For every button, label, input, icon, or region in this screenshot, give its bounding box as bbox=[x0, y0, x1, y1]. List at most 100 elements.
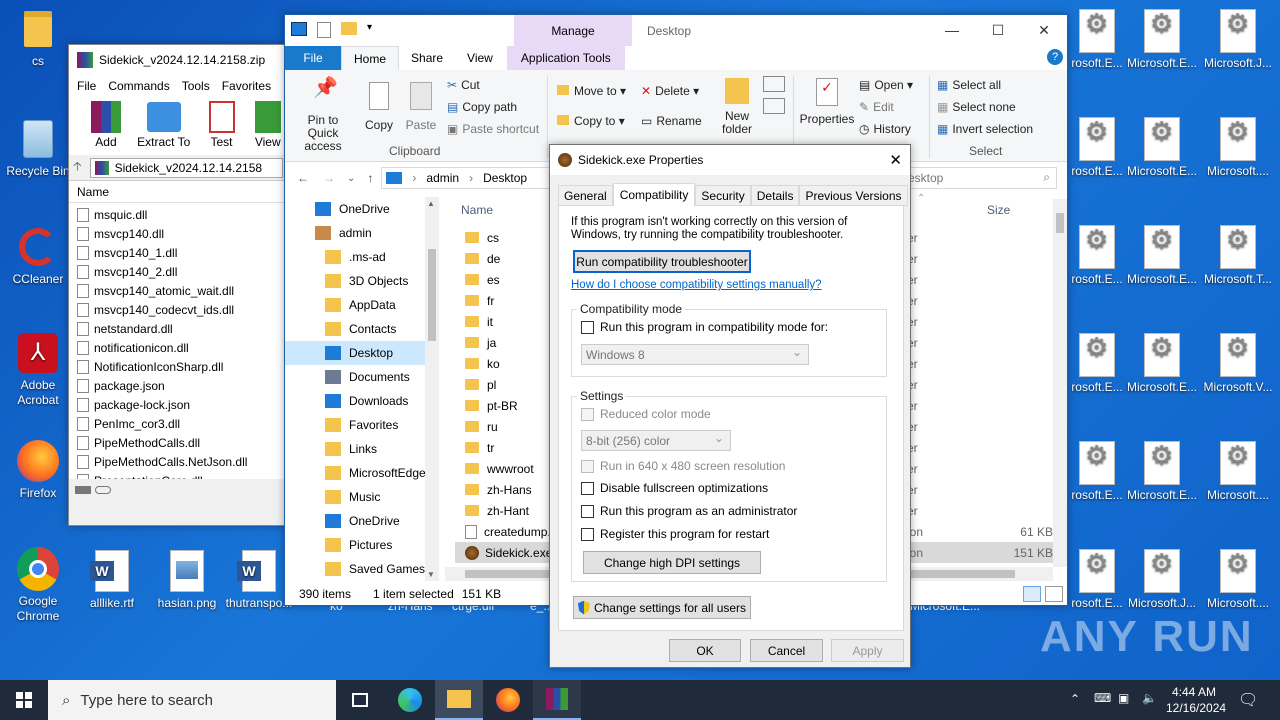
winrar-file-row[interactable]: PresentationCore.dll bbox=[77, 471, 287, 479]
desktop-icon-chrome[interactable]: Google Chrome bbox=[0, 547, 76, 624]
nav-item[interactable]: Desktop bbox=[285, 341, 439, 365]
desktop-icon-dll[interactable]: rosoft.E... bbox=[1064, 441, 1130, 503]
tab-general[interactable]: General bbox=[558, 185, 613, 206]
new-folder-button[interactable]: New folder bbox=[719, 78, 755, 136]
paste-shortcut-button[interactable]: ▣ Paste shortcut bbox=[447, 122, 539, 136]
large-icons-view-icon[interactable] bbox=[1045, 586, 1063, 602]
winrar-path-box[interactable]: Sidekick_v2024.12.14.2158 bbox=[89, 157, 283, 178]
recent-dropdown-icon[interactable]: ⌄ bbox=[347, 173, 355, 184]
high-dpi-button[interactable]: Change high DPI settings bbox=[583, 551, 761, 574]
desktop-icon-dll[interactable]: rosoft.E... bbox=[1064, 333, 1130, 395]
manual-settings-link[interactable]: How do I choose compatibility settings m… bbox=[571, 279, 822, 291]
tab-compatibility[interactable]: Compatibility bbox=[612, 183, 696, 206]
winrar-file-row[interactable]: PenImc_cor3.dll bbox=[77, 414, 287, 433]
properties-dialog[interactable]: Sidekick.exe Properties ✕ General Compat… bbox=[549, 144, 911, 668]
winrar-file-row[interactable]: msquic.dll bbox=[77, 205, 287, 224]
desktop-icon-dll[interactable]: rosoft.E... bbox=[1064, 225, 1130, 287]
desktop-icon-acrobat[interactable]: ⅄ Adobe Acrobat bbox=[0, 332, 76, 408]
menu-commands[interactable]: Commands bbox=[108, 79, 169, 93]
winrar-file-row[interactable]: notificationicon.dll bbox=[77, 338, 287, 357]
new-item-icon[interactable] bbox=[763, 76, 785, 92]
notification-icon[interactable]: 🗨 bbox=[1238, 690, 1258, 710]
start-button[interactable] bbox=[0, 680, 48, 720]
disable-fullscreen-checkbox[interactable]: Disable fullscreen optimizations bbox=[581, 481, 768, 495]
desktop-icon-dll[interactable]: rosoft.E... bbox=[1064, 9, 1130, 71]
desktop-icon-dll[interactable]: Microsoft.... bbox=[1200, 549, 1276, 611]
pin-quick-access-button[interactable]: 📌 Pin to Quick access bbox=[291, 78, 355, 153]
minimize-button[interactable]: — bbox=[929, 15, 975, 45]
help-icon[interactable]: ? bbox=[1047, 49, 1063, 65]
nav-item[interactable]: Documents bbox=[285, 365, 439, 389]
back-arrow-icon[interactable]: ← bbox=[297, 171, 309, 185]
desktop-icon-dll[interactable]: Microsoft.J... bbox=[1124, 549, 1200, 611]
desktop-icon-dll[interactable]: Microsoft.E... bbox=[1124, 9, 1200, 71]
res-640-checkbox[interactable]: Run in 640 x 480 screen resolution bbox=[581, 459, 785, 473]
history-button[interactable]: ◷ History bbox=[859, 122, 911, 136]
winrar-window[interactable]: Sidekick_v2024.12.14.2158.zip File Comma… bbox=[68, 44, 288, 526]
desktop-icon-dll[interactable]: Microsoft.E... bbox=[1124, 117, 1200, 179]
nav-item[interactable]: .ms-ad bbox=[285, 245, 439, 269]
desktop-icon-dll[interactable]: rosoft.E... bbox=[1064, 117, 1130, 179]
tab-view[interactable]: View bbox=[455, 46, 505, 70]
nav-item[interactable]: Links bbox=[285, 437, 439, 461]
winrar-file-row[interactable]: netstandard.dll bbox=[77, 319, 287, 338]
desktop-icon-recycle-bin[interactable]: Recycle Bin bbox=[0, 118, 76, 179]
desktop-icon-dll[interactable]: Microsoft.E... bbox=[1124, 225, 1200, 287]
winrar-file-row[interactable]: PipeMethodCalls.dll bbox=[77, 433, 287, 452]
forward-arrow-icon[interactable]: → bbox=[323, 171, 335, 185]
apply-button[interactable]: Apply bbox=[831, 639, 904, 662]
winrar-file-row[interactable]: msvcp140_atomic_wait.dll bbox=[77, 281, 287, 300]
desktop-icon-firefox[interactable]: Firefox bbox=[0, 440, 76, 501]
nav-item[interactable]: Downloads bbox=[285, 389, 439, 413]
nav-item[interactable]: Saved Games bbox=[285, 557, 439, 581]
cancel-button[interactable]: Cancel bbox=[750, 639, 823, 662]
winrar-file-row[interactable]: msvcp140_2.dll bbox=[77, 262, 287, 281]
search-box[interactable]: esktop ⌕ bbox=[905, 167, 1057, 189]
breadcrumb-desktop[interactable]: Desktop bbox=[483, 171, 527, 185]
properties-icon[interactable] bbox=[317, 22, 331, 38]
breadcrumb-admin[interactable]: admin bbox=[426, 171, 459, 185]
tab-share[interactable]: Share bbox=[399, 46, 455, 70]
tray-overflow-icon[interactable]: ⌃ bbox=[1070, 692, 1080, 706]
edit-button[interactable]: ✎ Edit bbox=[859, 100, 894, 114]
network-icon[interactable]: ⌨ bbox=[1094, 691, 1111, 705]
desktop-icon-dll[interactable]: Microsoft.... bbox=[1200, 441, 1276, 503]
list-scrollbar[interactable] bbox=[1053, 199, 1067, 567]
copy-to-button[interactable]: Copy to ▾ bbox=[557, 114, 625, 128]
taskbar-search-box[interactable]: ⌕ Type here to search bbox=[48, 680, 336, 720]
desktop-icon-cs[interactable]: cs bbox=[0, 8, 76, 69]
extract-to-button[interactable]: Extract To bbox=[133, 97, 195, 155]
add-button[interactable]: Add bbox=[79, 97, 133, 155]
tab-security[interactable]: Security bbox=[695, 185, 751, 206]
desktop-icon-dll[interactable]: Microsoft.T... bbox=[1200, 225, 1276, 287]
compat-mode-checkbox[interactable]: Run this program in compatibility mode f… bbox=[581, 320, 828, 334]
dialog-close-button[interactable]: ✕ bbox=[889, 151, 902, 169]
desktop-icon-dll[interactable]: Microsoft.E... bbox=[1124, 441, 1200, 503]
up-arrow-icon[interactable]: ↑ bbox=[367, 171, 373, 185]
details-view-icon[interactable] bbox=[1023, 586, 1041, 602]
winrar-column-header[interactable]: Name bbox=[69, 181, 287, 203]
delete-button[interactable]: ✕ Delete ▾ bbox=[641, 84, 699, 98]
close-button[interactable]: ✕ bbox=[1021, 15, 1067, 45]
navigation-pane[interactable]: OneDrive admin .ms-ad 3D Objects AppData Cont… bbox=[285, 197, 439, 581]
size-column-header[interactable]: Size bbox=[987, 203, 1010, 217]
run-troubleshooter-button[interactable]: Run compatibility troubleshooter bbox=[573, 250, 751, 273]
clock[interactable]: 4:44 AM 12/16/2024 bbox=[1166, 684, 1226, 716]
tab-home[interactable]: Home bbox=[341, 46, 400, 70]
rename-button[interactable]: ▭ Rename bbox=[641, 114, 702, 128]
desktop-icon-alllike[interactable]: W alllike.rtf bbox=[74, 550, 150, 611]
paste-button[interactable]: Paste bbox=[403, 82, 439, 132]
tab-previous-versions[interactable]: Previous Versions bbox=[799, 185, 908, 206]
properties-button[interactable]: ✓ Properties bbox=[799, 78, 855, 126]
nav-item[interactable]: Music bbox=[285, 485, 439, 509]
winrar-file-row[interactable]: package-lock.json bbox=[77, 395, 287, 414]
cut-button[interactable]: ✂ Cut bbox=[447, 78, 480, 92]
nav-scrollbar[interactable]: ▲ ▼ bbox=[425, 197, 439, 581]
invert-selection-button[interactable]: ▦ Invert selection bbox=[937, 122, 1033, 136]
winrar-file-row[interactable]: msvcp140_codecvt_ids.dll bbox=[77, 300, 287, 319]
nav-item[interactable]: admin bbox=[285, 221, 439, 245]
nav-item[interactable]: AppData bbox=[285, 293, 439, 317]
change-all-users-button[interactable]: Change settings for all users bbox=[573, 596, 751, 619]
desktop-icon-dll[interactable]: Microsoft.J... bbox=[1200, 9, 1276, 71]
reduced-color-checkbox[interactable]: Reduced color mode bbox=[581, 407, 711, 421]
